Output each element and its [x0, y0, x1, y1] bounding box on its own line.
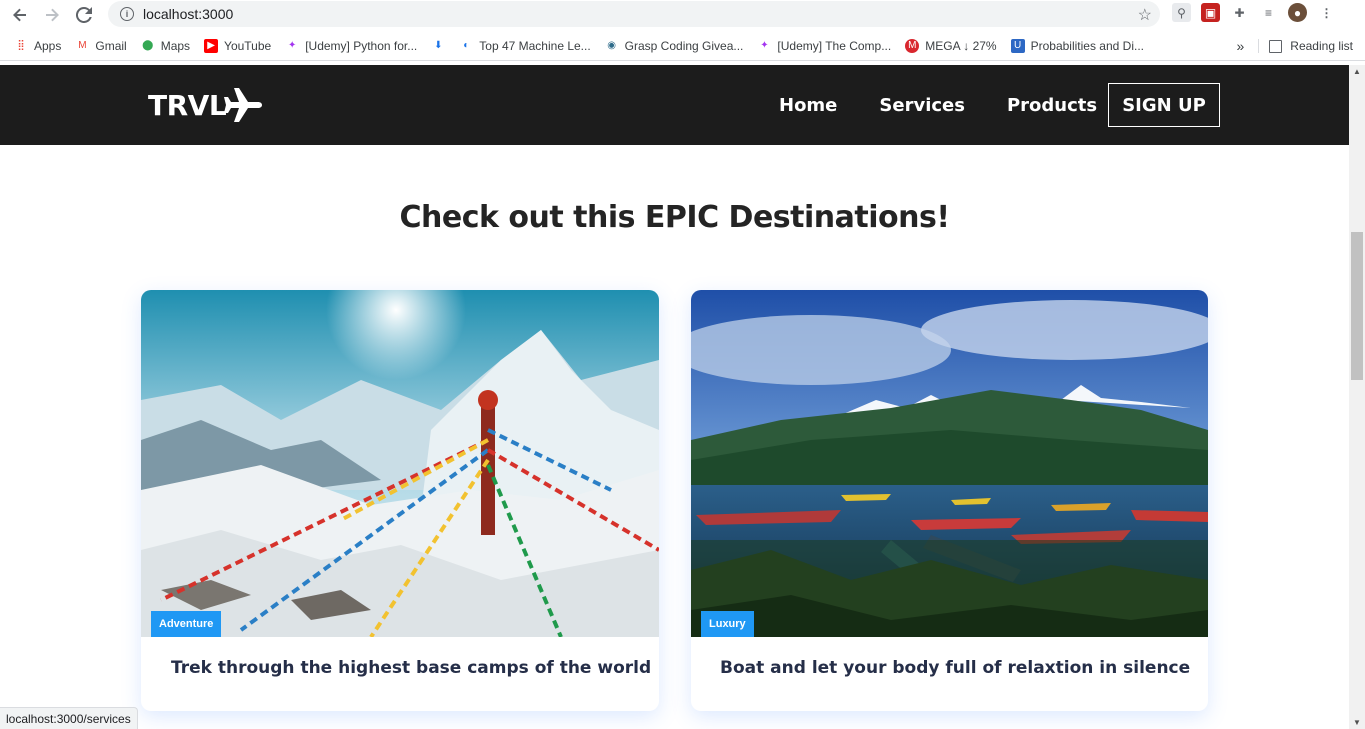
ucla-icon: U: [1010, 38, 1025, 53]
bookmark-label: Maps: [160, 38, 191, 53]
scrollbar-thumb[interactable]: [1351, 232, 1363, 380]
nav-link-services[interactable]: Services: [879, 95, 965, 116]
bookmark-label: Gmail: [95, 38, 127, 53]
mega-icon: M: [905, 38, 920, 53]
page-scrollbar[interactable]: ▲ ▼: [1349, 65, 1365, 729]
bookmark-item[interactable]: ⬤ Maps: [141, 39, 190, 53]
edge-icon: ◐: [463, 40, 470, 51]
bookmarks-right: » Reading list: [1237, 38, 1354, 54]
card-image-boats: [691, 290, 1208, 637]
bookmark-label: YouTube: [224, 38, 272, 53]
translate-extension-icon[interactable]: ⚲: [1172, 3, 1191, 22]
udemy-icon: ✦: [760, 40, 769, 51]
bookmark-item[interactable]: ◉ Grasp Coding Givea...: [605, 38, 744, 53]
site-info-icon[interactable]: i: [120, 7, 134, 21]
download-icon: ⬇: [434, 40, 443, 51]
scroll-down-arrow-icon[interactable]: ▼: [1353, 718, 1361, 727]
sign-up-button[interactable]: SIGN UP: [1108, 83, 1220, 127]
bookmark-label: [Udemy] Python for...: [305, 38, 418, 53]
nav-link-products[interactable]: Products: [1007, 95, 1097, 116]
browser-toolbar: i localhost:3000 ☆ ⚲ ▣ ✚ ≡ ● ⋮: [0, 0, 1365, 29]
airplane-icon: [224, 88, 263, 122]
site-logo[interactable]: TRVL: [148, 87, 264, 123]
bookmark-item[interactable]: ⬇: [431, 39, 445, 53]
bookmark-item[interactable]: M Gmail: [75, 38, 127, 53]
card-description: Trek through the highest base camps of t…: [171, 658, 652, 678]
card-category-badge: Adventure: [151, 611, 222, 637]
address-url[interactable]: localhost:3000: [143, 6, 233, 22]
udemy-icon: ✦: [288, 40, 297, 51]
bookmark-label: Grasp Coding Givea...: [624, 38, 744, 53]
destination-card-adventure[interactable]: Adventure Trek through the highest base …: [141, 290, 659, 711]
bookmark-label: Apps: [34, 38, 62, 53]
reading-list-icon: [1269, 39, 1283, 53]
profile-avatar[interactable]: ●: [1288, 3, 1307, 22]
address-bar[interactable]: i localhost:3000 ☆: [108, 1, 1160, 27]
puzzle-extensions-icon[interactable]: ✚: [1230, 3, 1249, 22]
destination-card-luxury[interactable]: Luxury Boat and let your body full of re…: [691, 290, 1208, 711]
bookmark-label: Probabilities and Di...: [1030, 38, 1144, 53]
nav-link-home[interactable]: Home: [779, 95, 837, 116]
bookmark-item[interactable]: ✦ [Udemy] The Comp...: [757, 39, 891, 53]
bookmark-item[interactable]: M MEGA ↓ 27%: [905, 38, 997, 53]
bookmark-item[interactable]: ⣿ Apps: [14, 39, 61, 53]
reload-icon[interactable]: [73, 4, 95, 26]
scroll-up-arrow-icon[interactable]: ▲: [1353, 67, 1361, 76]
apps-grid-icon: ⣿: [17, 40, 25, 51]
nav-links: Home Services Products: [779, 95, 1097, 116]
card-category-badge: Luxury: [701, 611, 754, 637]
bookmark-item[interactable]: ▶ YouTube: [204, 38, 272, 53]
red-extension-icon[interactable]: ▣: [1201, 3, 1220, 22]
bookmark-label: [Udemy] The Comp...: [777, 38, 892, 53]
forward-arrow-icon[interactable]: [41, 4, 63, 26]
youtube-icon: ▶: [204, 38, 219, 53]
logo-text: TRVL: [148, 88, 227, 122]
bookmark-label: MEGA ↓ 27%: [925, 38, 997, 53]
media-control-icon[interactable]: ≡: [1259, 3, 1278, 22]
back-arrow-icon[interactable]: [9, 4, 31, 26]
bookmark-item[interactable]: ◐ Top 47 Machine Le...: [459, 39, 590, 53]
grasp-icon: ◉: [607, 40, 617, 51]
bookmark-item[interactable]: ✦ [Udemy] Python for...: [285, 39, 417, 53]
more-bookmarks-icon[interactable]: »: [1237, 38, 1245, 54]
card-image-trek: [141, 290, 659, 637]
gmail-icon: M: [78, 40, 87, 51]
page-viewport: TRVL Home Services Products SIGN UP Chec…: [0, 65, 1349, 729]
card-description: Boat and let your body full of relaxtion…: [720, 658, 1191, 678]
kebab-menu-icon[interactable]: ⋮: [1317, 3, 1336, 22]
bookmarks-bar: ⣿ Apps M Gmail ⬤ Maps ▶ YouTube ✦ [Udemy] Python …: [0, 31, 1365, 61]
page-heading: Check out this EPIC Destinations!: [399, 200, 951, 235]
maps-pin-icon: ⬤: [142, 40, 154, 51]
extension-icons: ⚲ ▣ ✚ ≡ ● ⋮: [1172, 3, 1336, 22]
bookmark-label: Top 47 Machine Le...: [479, 38, 591, 53]
reading-list-label: Reading list: [1290, 39, 1353, 53]
status-bar-url: localhost:3000/services: [0, 707, 138, 729]
bookmark-item[interactable]: U Probabilities and Di...: [1010, 38, 1144, 53]
bookmark-star-icon[interactable]: ☆: [1138, 5, 1152, 25]
reading-list-button[interactable]: Reading list: [1258, 39, 1353, 53]
site-navbar: TRVL Home Services Products SIGN UP: [0, 65, 1349, 145]
